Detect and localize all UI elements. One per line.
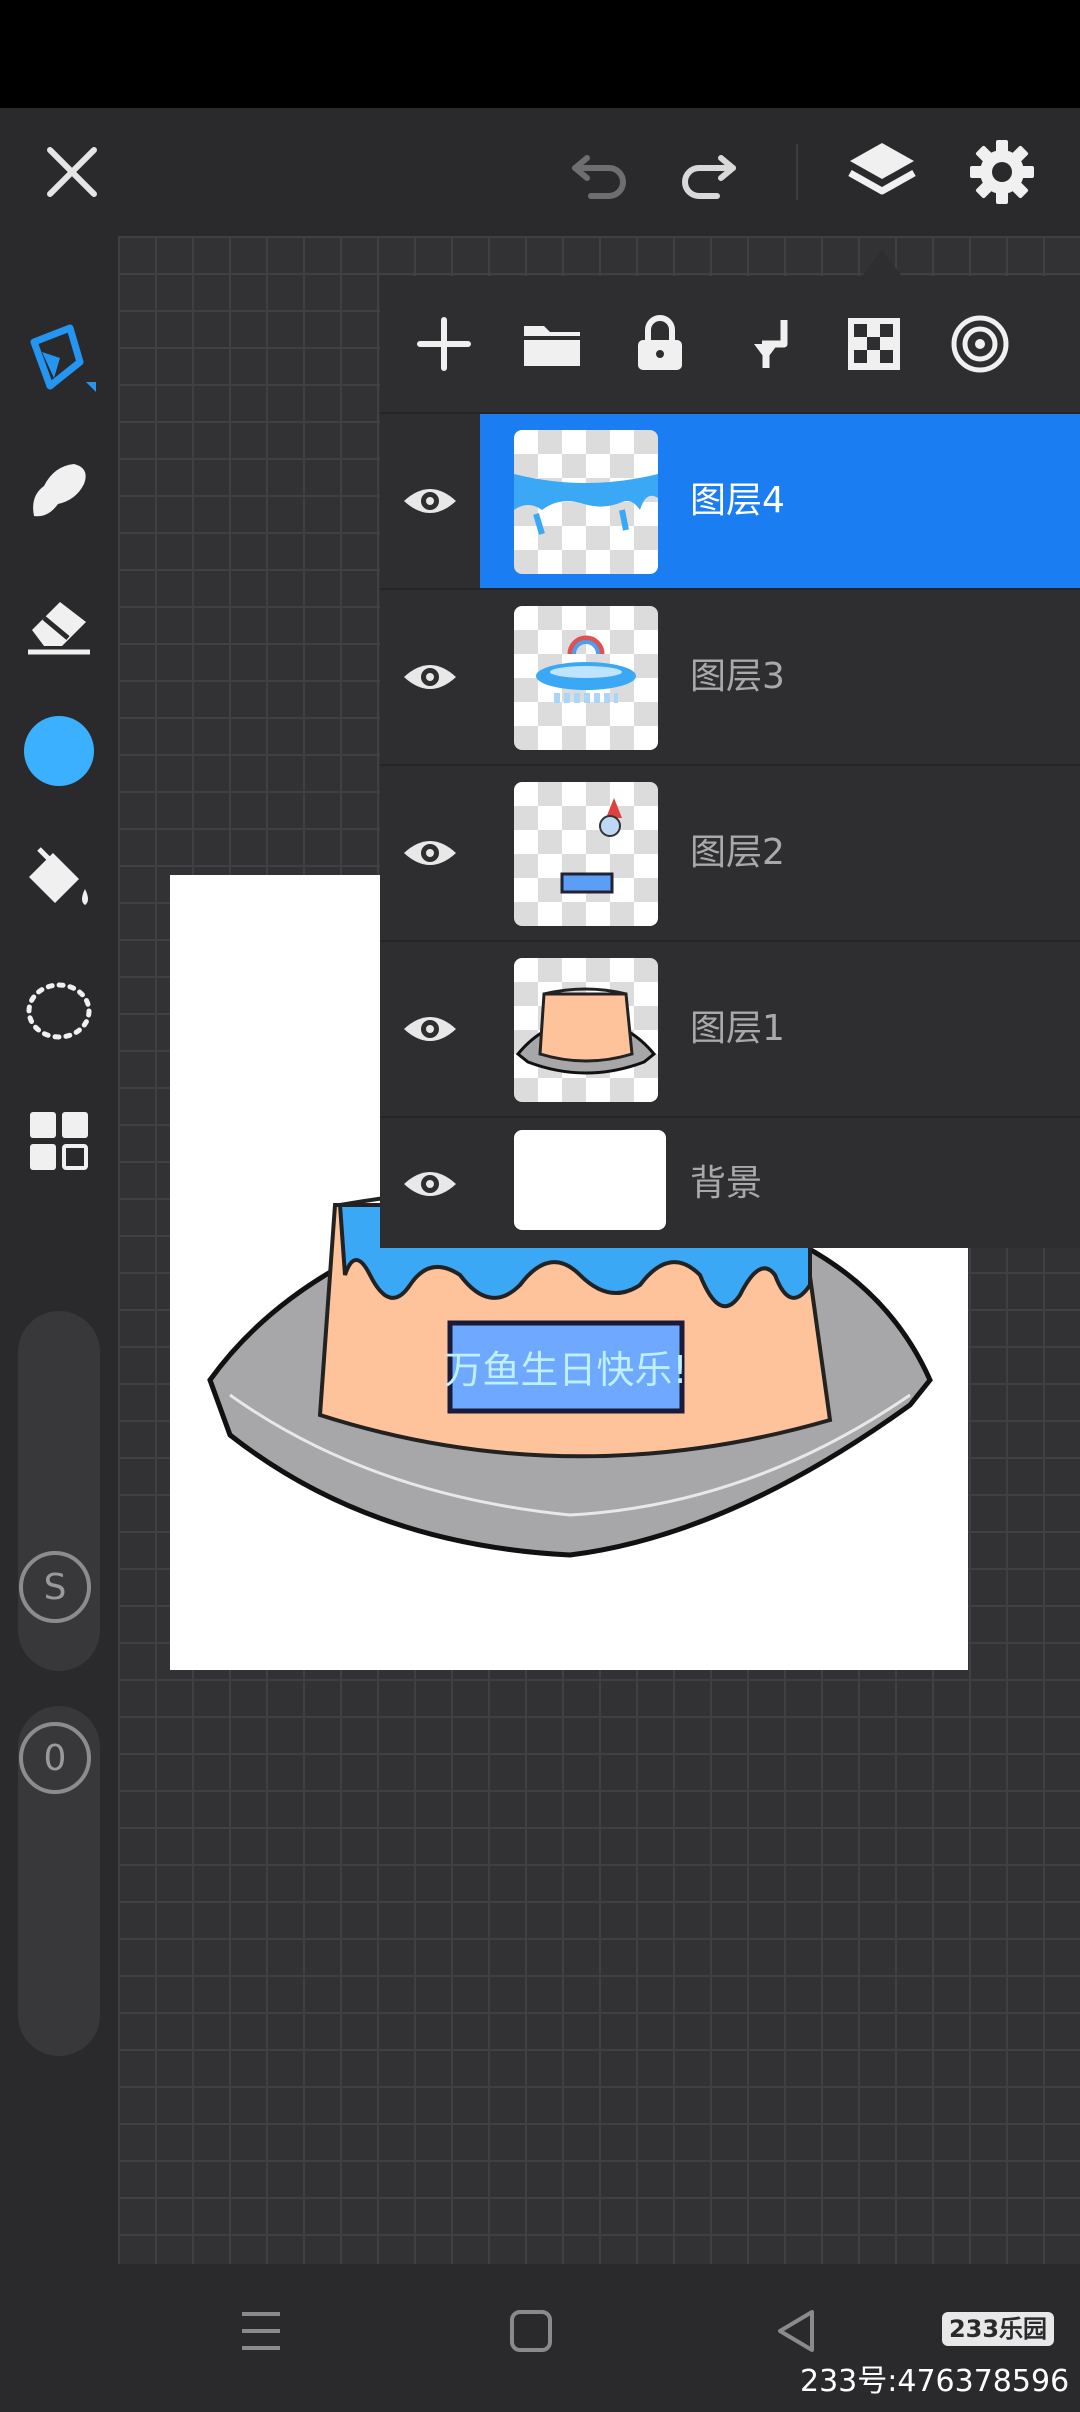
redo-icon xyxy=(682,155,736,199)
selection-tool[interactable] xyxy=(14,966,104,1056)
layer-row-3[interactable]: 图层3 xyxy=(380,588,1080,764)
smudge-tool[interactable] xyxy=(14,446,104,536)
layer-item[interactable]: 图层1 xyxy=(480,942,1080,1116)
eye-icon xyxy=(404,1017,456,1041)
transparency-icon xyxy=(848,318,900,370)
gear-icon xyxy=(970,140,1034,204)
layer-row-4[interactable]: 图层4 xyxy=(380,412,1080,588)
eye-icon xyxy=(404,841,456,865)
layer-thumbnail xyxy=(514,782,658,926)
eraser-tool[interactable] xyxy=(14,576,104,666)
layer-visibility-toggle[interactable] xyxy=(380,1118,480,1250)
watermark-text: 233号:476378596 xyxy=(800,2364,1070,2399)
layer-name: 图层3 xyxy=(690,656,785,697)
recent-apps-button[interactable] xyxy=(236,2306,286,2360)
layer-name: 背景 xyxy=(690,1163,763,1204)
opacity-label: 0 xyxy=(43,1737,67,1779)
blend-mode-button[interactable] xyxy=(940,304,1020,384)
redo-button[interactable] xyxy=(668,108,748,236)
close-button[interactable] xyxy=(30,108,114,236)
eraser-icon xyxy=(28,602,90,655)
brush-size-knob[interactable]: S xyxy=(19,1551,91,1623)
eye-icon xyxy=(404,665,456,689)
pen-icon xyxy=(30,324,96,392)
layer-item[interactable]: 图层4 xyxy=(480,414,1080,588)
blend-icon xyxy=(951,315,1009,373)
lock-icon xyxy=(638,315,682,370)
layer-name: 图层2 xyxy=(690,832,785,873)
brush-size-label: S xyxy=(43,1566,67,1608)
opacity-knob[interactable]: 0 xyxy=(19,1722,91,1794)
layer-thumbnail xyxy=(514,958,658,1102)
layer-visibility-toggle[interactable] xyxy=(380,590,480,764)
layer-item[interactable]: 背景 xyxy=(480,1118,1080,1250)
menu-icon xyxy=(242,2312,280,2350)
fill-tool[interactable] xyxy=(14,836,104,926)
home-button[interactable] xyxy=(506,2306,556,2360)
layers-panel-pointer xyxy=(862,250,902,276)
layer-thumbnail xyxy=(514,430,658,574)
settings-button[interactable] xyxy=(958,108,1046,236)
add-icon xyxy=(417,317,471,371)
color-swatch xyxy=(24,716,94,786)
layer-row-2[interactable]: 图层2 xyxy=(380,764,1080,940)
left-toolbar: S 0 xyxy=(0,236,118,2264)
layer-name: 图层4 xyxy=(690,480,785,521)
lock-layer-button[interactable] xyxy=(620,304,700,384)
close-icon xyxy=(47,147,97,197)
layer-row-1[interactable]: 图层1 xyxy=(380,940,1080,1116)
banner-text: 万鱼生日快乐! xyxy=(444,1348,687,1392)
undo-icon xyxy=(572,155,626,199)
eye-icon xyxy=(404,1172,456,1196)
add-folder-button[interactable] xyxy=(512,304,592,384)
smudge-icon xyxy=(33,464,86,517)
top-bar xyxy=(0,108,1080,236)
layer-visibility-toggle[interactable] xyxy=(380,942,480,1116)
lasso-icon xyxy=(26,982,92,1040)
eye-icon xyxy=(404,489,456,513)
grid-icon xyxy=(30,1112,88,1170)
back-button[interactable] xyxy=(772,2306,822,2360)
brush-size-slider[interactable]: S xyxy=(18,1311,100,1671)
merge-down-button[interactable] xyxy=(728,304,808,384)
add-layer-button[interactable] xyxy=(404,304,484,384)
layer-thumbnail xyxy=(514,606,658,750)
paint-bucket-icon xyxy=(29,847,88,905)
folder-icon xyxy=(524,326,580,366)
layers-panel-toolbar xyxy=(380,276,1080,412)
layer-visibility-toggle[interactable] xyxy=(380,766,480,940)
watermark-logo: 233乐园 xyxy=(942,2312,1054,2346)
layer-item[interactable]: 图层2 xyxy=(480,766,1080,940)
more-tools-button[interactable] xyxy=(14,1096,104,1186)
color-picker-button[interactable] xyxy=(14,706,104,796)
home-icon xyxy=(510,2310,552,2352)
undo-button[interactable] xyxy=(560,108,640,236)
layer-thumbnail xyxy=(514,1130,666,1230)
brush-tool[interactable] xyxy=(14,316,104,406)
toolbar-divider xyxy=(796,144,798,200)
merge-down-icon xyxy=(754,320,788,368)
layer-visibility-toggle[interactable] xyxy=(380,414,480,588)
layer-name: 图层1 xyxy=(690,1008,785,1049)
layers-panel: 图层4 图层3 图层2 图层1 背景 xyxy=(380,276,1080,1248)
opacity-slider[interactable]: 0 xyxy=(18,1706,100,2056)
status-bar xyxy=(0,0,1080,108)
layer-row-background[interactable]: 背景 xyxy=(380,1116,1080,1250)
transparency-lock-button[interactable] xyxy=(834,304,914,384)
back-icon xyxy=(778,2310,814,2352)
layers-icon xyxy=(848,143,916,195)
layers-button[interactable] xyxy=(838,108,926,236)
layer-item[interactable]: 图层3 xyxy=(480,590,1080,764)
